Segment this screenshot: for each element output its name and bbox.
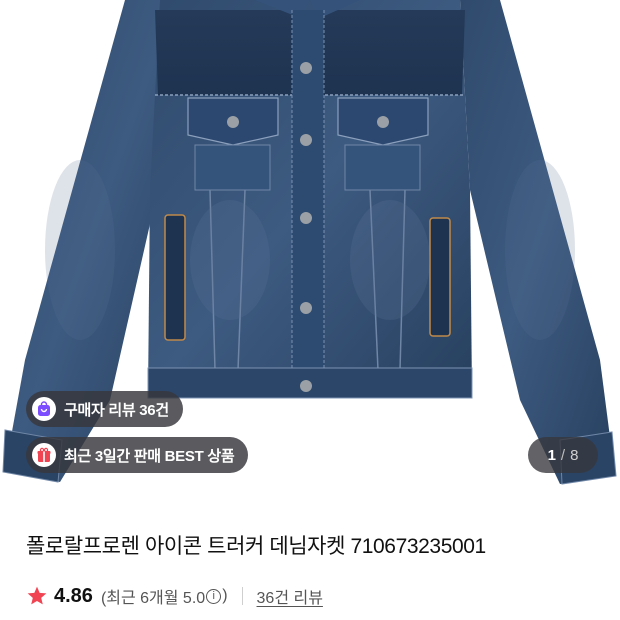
best-seller-label: 최근 3일간 판매 BEST 상품: [64, 447, 235, 465]
buyer-review-label: 구매자 리뷰 36건: [64, 401, 169, 419]
recent-rating: (최근 6개월 5.0 i ): [101, 584, 228, 608]
info-icon[interactable]: i: [206, 588, 222, 604]
reviews-link[interactable]: 36건 리뷰: [257, 584, 323, 608]
rating-score: 4.86: [54, 584, 93, 607]
star-icon: [27, 586, 47, 605]
rating-row: 4.86 (최근 6개월 5.0 i ) 36건 리뷰: [26, 582, 323, 610]
recent-rating-close: ): [222, 587, 228, 604]
buyer-review-badge: 구매자 리뷰 36건: [26, 391, 183, 427]
current-image-index: 1: [547, 446, 556, 464]
product-title: 폴로랄프로렌 아이콘 트러커 데님자켓 710673235001: [26, 535, 486, 558]
product-image[interactable]: 구매자 리뷰 36건 최근 3일간 판매 BEST 상품 1 / 8: [0, 0, 620, 494]
best-seller-badge: 최근 3일간 판매 BEST 상품: [26, 437, 249, 473]
counter-separator: /: [560, 446, 566, 464]
recent-rating-text: (최근 6개월 5.0: [100, 590, 206, 607]
image-page-counter: 1 / 8: [528, 437, 598, 473]
gift-icon: [32, 443, 56, 467]
divider: [241, 587, 243, 605]
shopping-bag-icon: [32, 397, 56, 421]
total-image-count: 8: [570, 446, 579, 464]
